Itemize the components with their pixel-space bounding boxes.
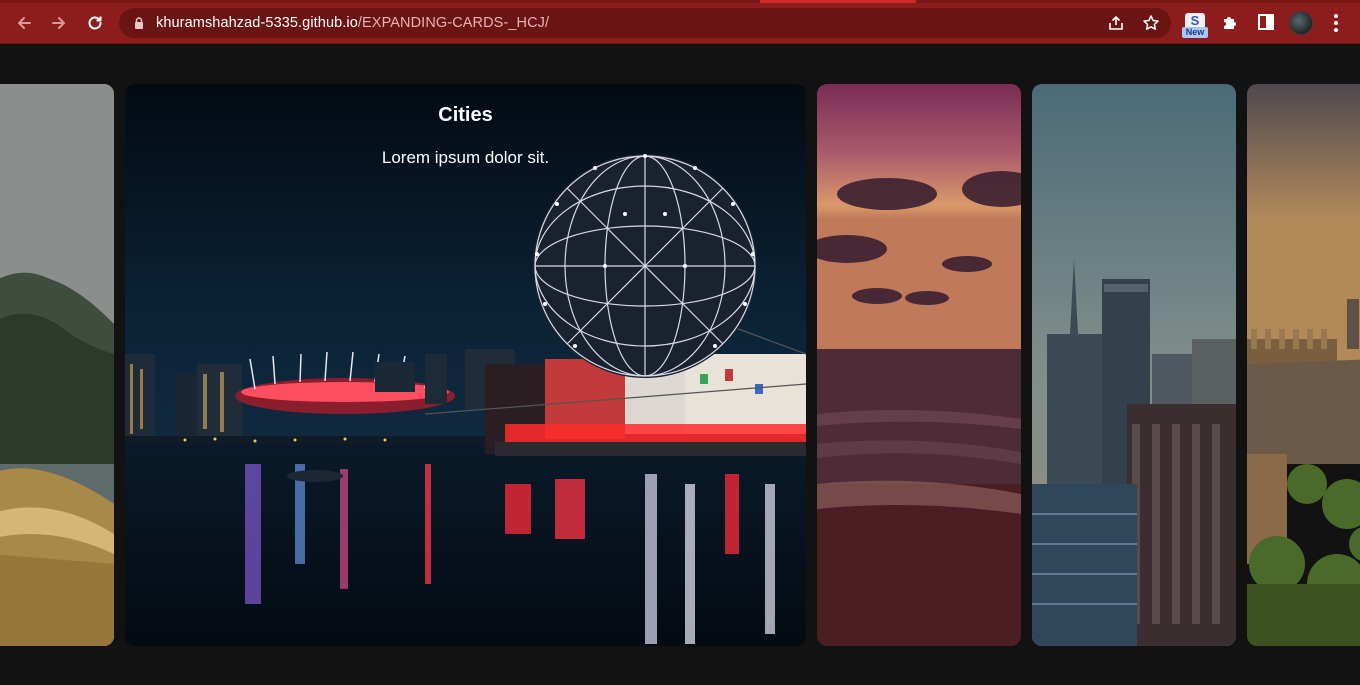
active-tab-indicator[interactable]: [760, 0, 916, 3]
address-bar[interactable]: khuramshahzad-5335.github.io/EXPANDING-C…: [119, 8, 1171, 38]
share-icon[interactable]: [1107, 14, 1125, 32]
back-arrow-icon: [18, 17, 31, 29]
card-skyscrapers[interactable]: [1032, 84, 1236, 646]
profile-avatar[interactable]: [1289, 11, 1313, 35]
reload-icon: [88, 16, 102, 30]
star-icon[interactable]: [1142, 14, 1160, 32]
extension-s-icon[interactable]: S New: [1182, 13, 1208, 39]
puzzle-icon[interactable]: [1220, 11, 1242, 33]
lock-icon[interactable]: [132, 16, 146, 30]
url-path: /EXPANDING-CARDS-_HCJ/: [357, 15, 550, 31]
card-ancient-ruins[interactable]: [1247, 84, 1360, 646]
reload-button[interactable]: [83, 11, 107, 35]
back-button[interactable]: [12, 11, 36, 35]
forward-arrow-icon: [52, 17, 65, 29]
expanding-cards-container: Cities Lorem ipsum dolor sit.: [0, 45, 1360, 685]
card-description: Lorem ipsum dolor sit.: [381, 148, 550, 167]
card-cities[interactable]: Cities Lorem ipsum dolor sit.: [125, 84, 806, 646]
skyscrapers-image: [1032, 84, 1236, 646]
browser-toolbar: khuramshahzad-5335.github.io/EXPANDING-C…: [0, 0, 1360, 44]
extension-new-badge: New: [1182, 27, 1208, 38]
card-sunset-beach[interactable]: [817, 84, 1021, 646]
city-night-image: [125, 84, 806, 646]
kebab-menu-icon[interactable]: [1327, 11, 1345, 35]
tab-strip-edge: [0, 0, 1360, 3]
url-text[interactable]: khuramshahzad-5335.github.io/EXPANDING-C…: [156, 15, 549, 31]
card-mountain-lake[interactable]: [0, 84, 114, 646]
url-host: khuramshahzad-5335.github.io: [156, 15, 358, 31]
sunset-beach-image: [817, 84, 1021, 646]
forward-button[interactable]: [47, 11, 71, 35]
side-panel-icon[interactable]: [1255, 11, 1277, 33]
ancient-ruins-image: [1247, 84, 1360, 646]
mountain-lake-image: [0, 84, 114, 646]
card-title: Cities: [438, 104, 493, 126]
